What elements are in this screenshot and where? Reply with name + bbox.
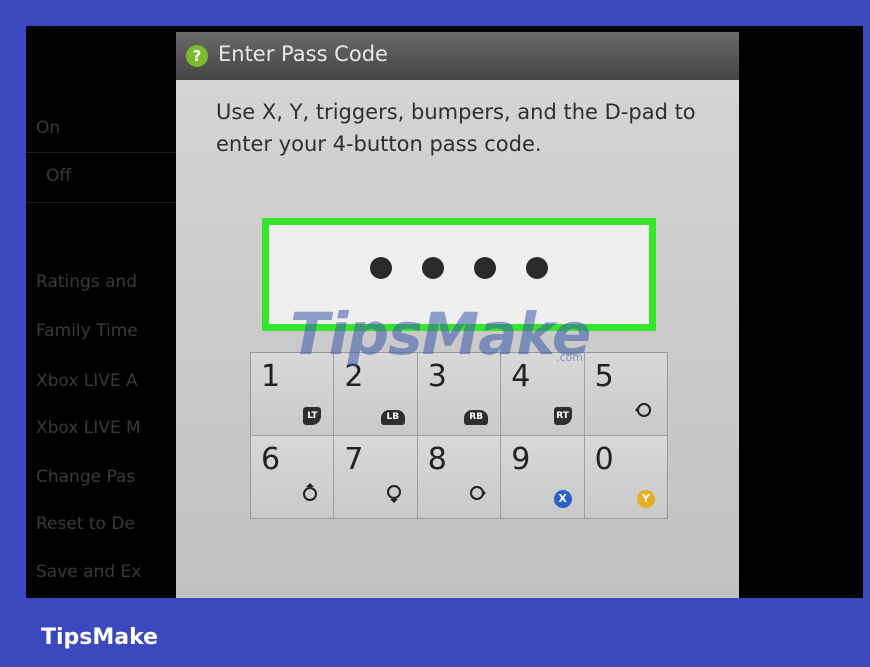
key-number: 0 (594, 442, 614, 477)
x-button-icon: X (553, 490, 572, 508)
passcode-dot (526, 257, 548, 279)
key-number: 7 (344, 442, 364, 477)
dpad-up-icon (299, 482, 321, 508)
right-trigger-icon: RT (553, 407, 572, 425)
key-number: 9 (511, 442, 531, 477)
passcode-field[interactable] (262, 218, 656, 331)
key-number: 1 (261, 359, 281, 394)
background-divider (26, 152, 176, 153)
key-number: 5 (594, 359, 614, 394)
dpad-right-icon (466, 482, 488, 508)
dialog-titlebar: ? Enter Pass Code (176, 32, 739, 80)
passcode-dot (474, 257, 496, 279)
dpad-down-icon (383, 482, 405, 508)
background-menu-item: Change Pas (36, 467, 136, 487)
right-bumper-icon: RB (464, 410, 489, 425)
key-number: 4 (511, 359, 531, 394)
background-menu-item: Family Time (36, 321, 138, 341)
keypad-key-5[interactable]: 5 (584, 353, 667, 435)
dpad-left-icon (633, 399, 655, 425)
instructions-text: Use X, Y, triggers, bumpers, and the D-p… (216, 100, 696, 156)
background-menu-item: Reset to De (36, 514, 135, 534)
footer-brand: TipsMake (41, 625, 159, 650)
keypad-key-8[interactable]: 8 (417, 436, 501, 518)
background-menu-item: Xbox LIVE A (36, 371, 138, 391)
background-divider (26, 202, 176, 203)
help-icon[interactable]: ? (186, 45, 208, 67)
keypad-key-4[interactable]: 4 RT (501, 353, 584, 435)
keypad-key-7[interactable]: 7 (334, 436, 417, 518)
passcode-dialog: ? Enter Pass Code Use X, Y, triggers, bu… (176, 32, 739, 598)
passcode-dot (422, 257, 444, 279)
left-bumper-icon: LB (380, 410, 405, 425)
passcode-dots (269, 257, 649, 283)
keypad-key-9[interactable]: 9X (501, 436, 584, 518)
button-keypad: 1 LT 2 LB 3 RB 4 RT 5 6 7 8 9 X 0 Y (250, 352, 668, 519)
keypad-key-1[interactable]: 1 LT (251, 353, 334, 435)
background-menu-item: Ratings and (36, 272, 138, 292)
key-number: 8 (427, 442, 447, 477)
keypad-key-6[interactable]: 6 (251, 436, 334, 518)
left-trigger-icon: LT (303, 407, 322, 425)
background-option-on: On (36, 118, 61, 138)
background-menu-item: Save and Ex (36, 562, 142, 582)
y-button-icon: Y (637, 490, 655, 508)
keypad-key-3[interactable]: 3 RB (417, 353, 501, 435)
tv-screen: On Off Ratings and Family Time Xbox LIVE… (26, 26, 863, 598)
dialog-title: Enter Pass Code (218, 42, 388, 66)
passcode-dot (370, 257, 392, 279)
keypad-key-2[interactable]: 2 LB (334, 353, 417, 435)
background-option-off: Off (46, 166, 72, 186)
key-number: 6 (261, 442, 281, 477)
keypad-key-0[interactable]: 0Y (584, 436, 667, 518)
key-number: 3 (427, 359, 447, 394)
background-menu-item: Xbox LIVE M (36, 418, 141, 438)
key-number: 2 (344, 359, 364, 394)
